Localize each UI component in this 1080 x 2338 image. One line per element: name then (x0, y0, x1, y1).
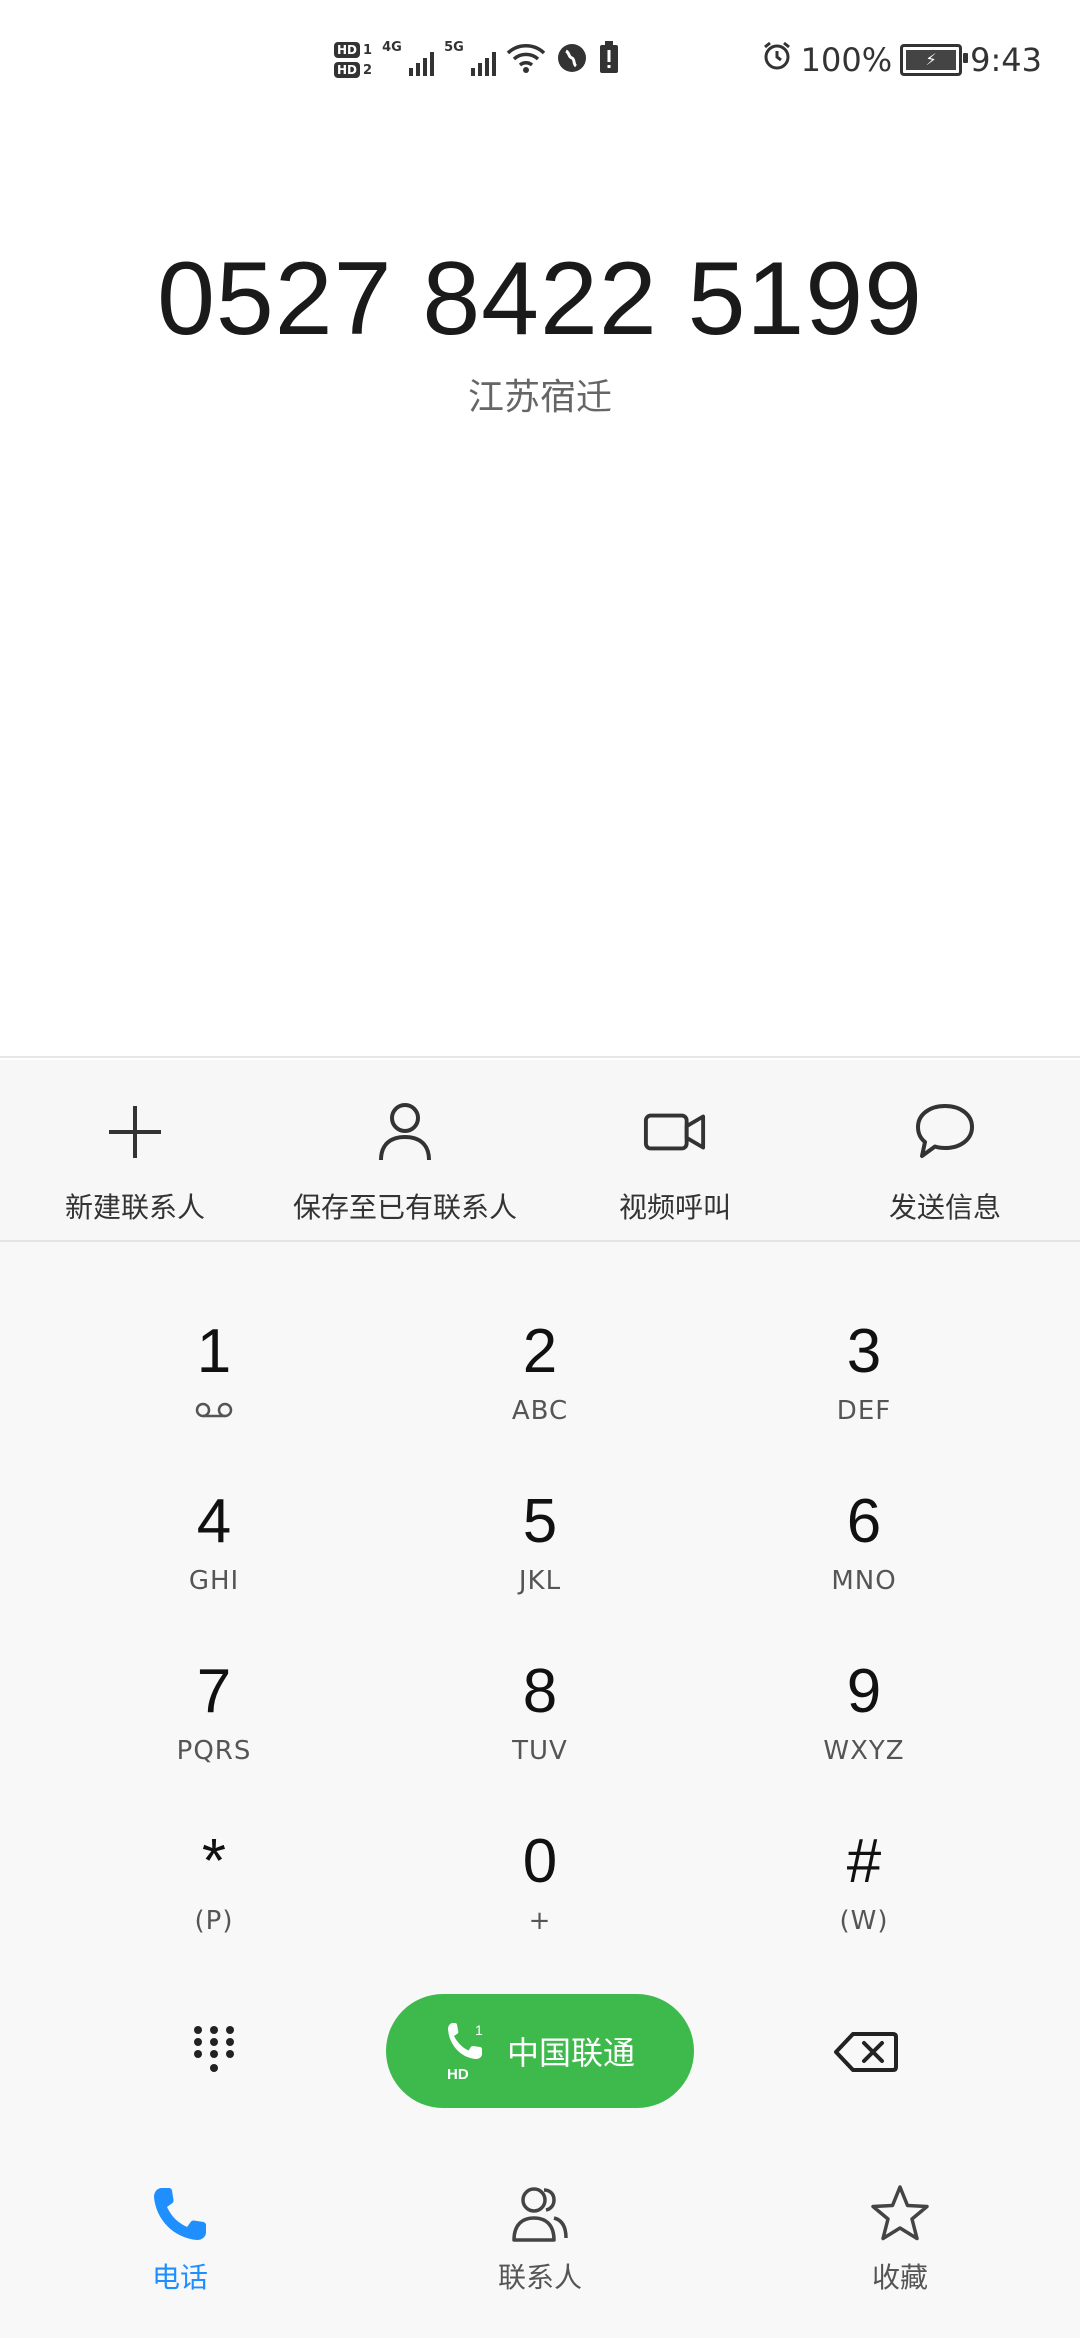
status-bar: HD 1 HD 2 4G 5G 100% ⚡ 9:43 (0, 0, 1080, 120)
wifi-icon (506, 41, 546, 79)
key-1[interactable]: 1 (104, 1316, 324, 1466)
chat-bubble-icon (913, 1100, 977, 1164)
dialpad-toggle-button[interactable] (178, 2016, 250, 2088)
hd-call-icon: 1 HD (447, 2022, 483, 2083)
signal-5g-icon: 5G (444, 38, 497, 82)
carrier-label: 中国联通 (506, 2034, 635, 2072)
key-4[interactable]: 4 GHI (104, 1486, 324, 1636)
quick-actions: 新建联系人 保存至已有联系人 视频呼叫 发送信息 (0, 1060, 1080, 1240)
star-icon (871, 2185, 929, 2241)
dialpad-grid-icon (194, 2026, 234, 2072)
plus-icon (103, 1100, 167, 1164)
voicemail-icon (194, 1396, 234, 1426)
divider (0, 1056, 1080, 1058)
battery-icon: ⚡ (900, 44, 969, 76)
clock: 9:43 (970, 41, 1042, 79)
video-call-button[interactable]: 视频呼叫 (540, 1060, 810, 1240)
signal-4g-icon: 4G (382, 38, 435, 82)
svg-text:HD: HD (447, 2066, 469, 2083)
nav-contacts-tab[interactable]: 联系人 (360, 2142, 720, 2338)
key-3[interactable]: 3 DEF (754, 1316, 974, 1466)
key-9[interactable]: 9 WXYZ (754, 1656, 974, 1806)
key-star[interactable]: * (P) (104, 1826, 324, 1976)
battery-percent: 100% (800, 41, 893, 79)
nav-favorites-tab[interactable]: 收藏 (720, 2142, 1080, 2338)
person-icon (373, 1100, 437, 1164)
key-6[interactable]: 6 MNO (754, 1486, 974, 1636)
dialed-number[interactable]: 0527 8422 5199 (0, 240, 1080, 359)
send-message-button[interactable]: 发送信息 (810, 1060, 1080, 1240)
key-7[interactable]: 7 PQRS (104, 1656, 324, 1806)
nav-phone-tab[interactable]: 电话 (0, 2142, 360, 2338)
key-2[interactable]: 2 ABC (430, 1316, 650, 1466)
svg-text:1: 1 (475, 2022, 483, 2038)
battery-alert-icon (598, 41, 620, 79)
phone-icon (154, 2188, 206, 2240)
backspace-icon (834, 2032, 898, 2072)
key-8[interactable]: 8 TUV (430, 1656, 650, 1806)
video-camera-icon (643, 1100, 707, 1164)
globe-icon (556, 42, 588, 78)
number-location: 江苏宿迁 (467, 377, 612, 418)
status-icons-right: 100% ⚡ 9:43 (761, 30, 1042, 90)
sim1-hd-badge: HD 1 (334, 42, 372, 58)
key-0[interactable]: 0 + (430, 1826, 650, 1976)
status-icons-left: HD 1 HD 2 4G 5G (334, 30, 620, 90)
key-hash[interactable]: # (W) (754, 1826, 974, 1976)
contacts-icon (512, 2187, 568, 2242)
sim2-hd-badge: HD 2 (334, 62, 372, 78)
volte-indicators: HD 1 HD 2 (334, 42, 372, 78)
bottom-nav: 电话 联系人 收藏 (0, 2142, 1080, 2338)
backspace-button[interactable] (826, 2016, 906, 2088)
key-5[interactable]: 5 JKL (430, 1486, 650, 1636)
call-button[interactable]: 1 HD 中国联通 (386, 1994, 694, 2108)
alarm-icon (761, 40, 793, 80)
new-contact-button[interactable]: 新建联系人 (0, 1060, 270, 1240)
save-to-existing-contact-button[interactable]: 保存至已有联系人 (270, 1060, 540, 1240)
